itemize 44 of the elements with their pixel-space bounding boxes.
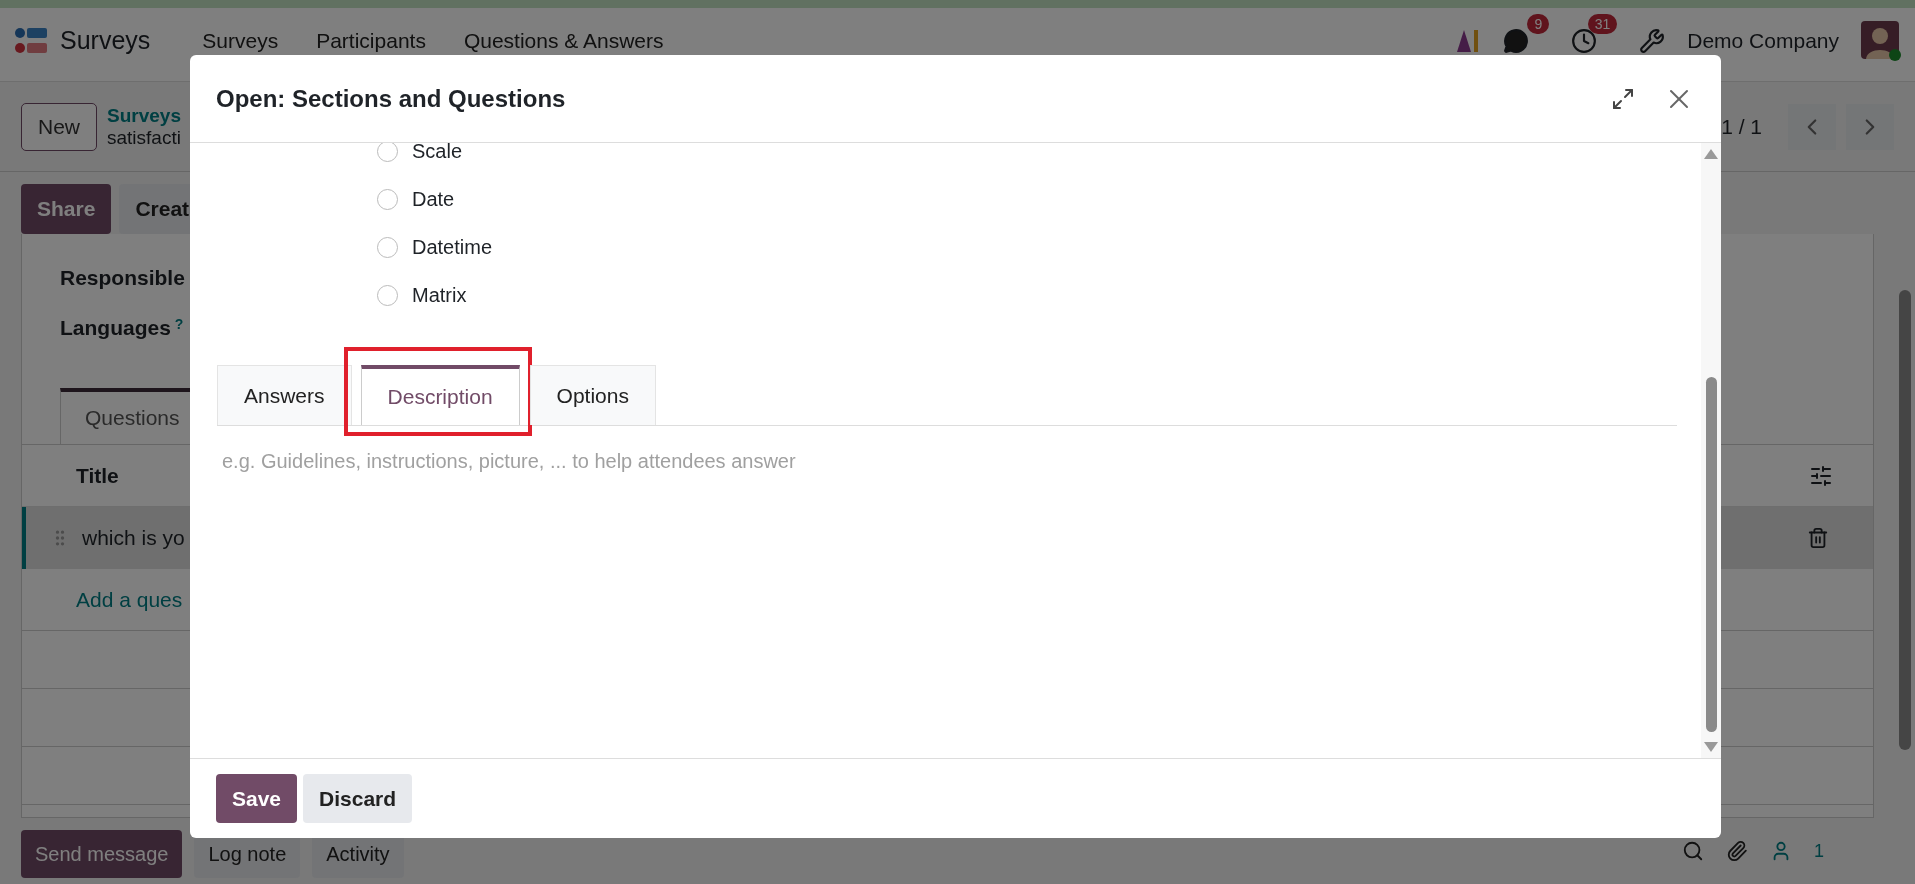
radio-label[interactable]: Date	[412, 187, 455, 211]
scrollbar[interactable]	[1899, 290, 1911, 750]
menu-item[interactable]: Surveys	[202, 28, 279, 53]
record-name: satisfacti	[107, 126, 181, 149]
column-header: Title	[76, 463, 119, 488]
action-button[interactable]: Share	[21, 184, 112, 234]
field-label: Responsible	[60, 266, 185, 290]
radio-label[interactable]: Matrix	[412, 283, 467, 307]
scroll-up-icon[interactable]	[1704, 149, 1718, 159]
search-icon[interactable]	[1682, 840, 1704, 862]
field-label: Languages	[60, 316, 171, 340]
menu-item[interactable]: Participants	[316, 28, 426, 53]
scrollbar[interactable]	[1701, 143, 1721, 758]
chat-icon[interactable]	[1503, 27, 1530, 54]
new-button[interactable]: New	[21, 102, 97, 151]
chatter-button[interactable]: Send message	[21, 830, 183, 878]
dialog-button[interactable]: Discard	[303, 774, 413, 823]
clock-icon[interactable]	[1571, 27, 1598, 54]
dialog-title: Open: Sections and Questions	[216, 84, 566, 113]
scroll-down-icon[interactable]	[1704, 742, 1718, 752]
table-cell: which is yo	[82, 526, 185, 550]
tools-icon[interactable]	[1639, 27, 1666, 54]
dialog-tab[interactable]: Options	[529, 365, 656, 425]
app-logo-icon[interactable]	[14, 26, 48, 55]
radio-label[interactable]: Scale	[412, 143, 463, 163]
menu-item[interactable]: Questions & Answers	[463, 28, 664, 53]
message-count-badge: 9	[1527, 13, 1550, 34]
expand-icon[interactable]	[1611, 86, 1635, 111]
company-name[interactable]: Demo Company	[1687, 28, 1839, 53]
dialog-tab[interactable]: Answers	[217, 365, 352, 425]
help-mark[interactable]: ?	[174, 316, 184, 332]
paperclip-icon[interactable]	[1726, 840, 1748, 862]
add-line-link[interactable]: Add a ques	[76, 587, 183, 612]
activity-count-badge: 31	[1587, 13, 1618, 34]
pager-text: 1 / 1	[1721, 114, 1762, 139]
sliders-icon[interactable]	[1809, 463, 1833, 488]
avatar-icon[interactable]	[1861, 20, 1901, 61]
breadcrumb-link[interactable]: Surveys	[107, 104, 181, 127]
app-name: Surveys	[60, 26, 151, 55]
dialog-tab[interactable]: Description	[360, 365, 520, 425]
trash-icon[interactable]	[1807, 527, 1829, 549]
radio-label[interactable]: Datetime	[412, 235, 493, 259]
dialog-button[interactable]: Save	[216, 774, 298, 823]
follower-count: 1	[1814, 840, 1824, 862]
